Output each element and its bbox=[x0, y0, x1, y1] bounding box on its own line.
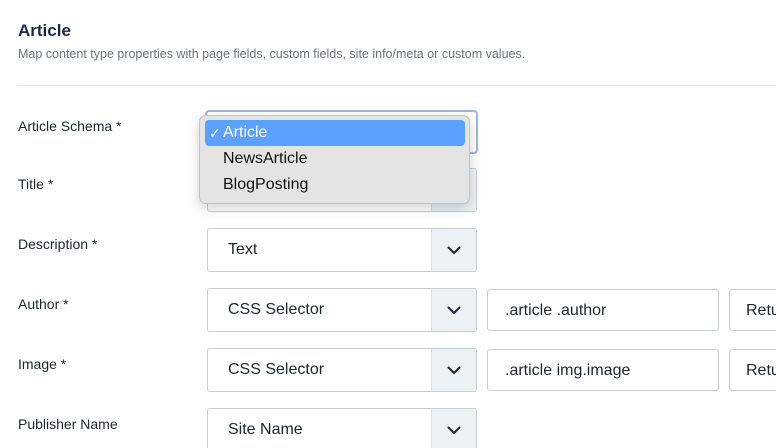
publisher-name-label: Publisher Name bbox=[18, 416, 118, 432]
title-label: Title * bbox=[18, 176, 54, 192]
article-schema-label: Article Schema * bbox=[18, 118, 122, 134]
author-extra-input[interactable]: Retu bbox=[729, 289, 776, 331]
dropdown-option-label: BlogPosting bbox=[223, 176, 309, 193]
dropdown-option-article[interactable]: ✓ Article bbox=[205, 120, 465, 146]
author-selector-input[interactable]: .article .author bbox=[487, 289, 719, 331]
check-icon: ✓ bbox=[209, 125, 221, 141]
author-source-select[interactable]: CSS Selector bbox=[207, 288, 477, 332]
chevron-down-icon bbox=[431, 349, 476, 391]
description-select-value: Text bbox=[228, 241, 258, 258]
chevron-down-icon bbox=[431, 229, 476, 271]
section-title: Article bbox=[18, 21, 71, 40]
dropdown-option-blogposting[interactable]: BlogPosting bbox=[205, 172, 465, 198]
author-source-value: CSS Selector bbox=[228, 301, 325, 318]
article-schema-dropdown: ✓ Article NewsArticle BlogPosting bbox=[199, 115, 470, 204]
dropdown-option-label: Article bbox=[223, 124, 268, 141]
description-label: Description * bbox=[18, 236, 98, 252]
image-source-value: CSS Selector bbox=[228, 361, 325, 378]
image-selector-value: .article img.image bbox=[505, 362, 631, 379]
dropdown-option-label: NewsArticle bbox=[223, 150, 308, 167]
image-source-select[interactable]: CSS Selector bbox=[207, 348, 477, 392]
chevron-down-icon bbox=[431, 289, 476, 331]
author-selector-value: .article .author bbox=[505, 302, 607, 319]
chevron-down-icon bbox=[431, 409, 476, 448]
dropdown-option-newsarticle[interactable]: NewsArticle bbox=[205, 146, 465, 172]
image-selector-input[interactable]: .article img.image bbox=[487, 349, 719, 391]
image-extra-input[interactable]: Retu bbox=[729, 349, 776, 391]
section-description: Map content type properties with page fi… bbox=[18, 47, 526, 61]
description-select[interactable]: Text bbox=[207, 228, 477, 272]
image-extra-value: Retu bbox=[746, 362, 776, 379]
publisher-name-value: Site Name bbox=[228, 421, 303, 438]
author-extra-value: Retu bbox=[746, 302, 776, 319]
publisher-name-select[interactable]: Site Name bbox=[207, 408, 477, 448]
author-label: Author * bbox=[18, 296, 69, 312]
divider bbox=[18, 85, 776, 86]
image-label: Image * bbox=[18, 356, 67, 372]
